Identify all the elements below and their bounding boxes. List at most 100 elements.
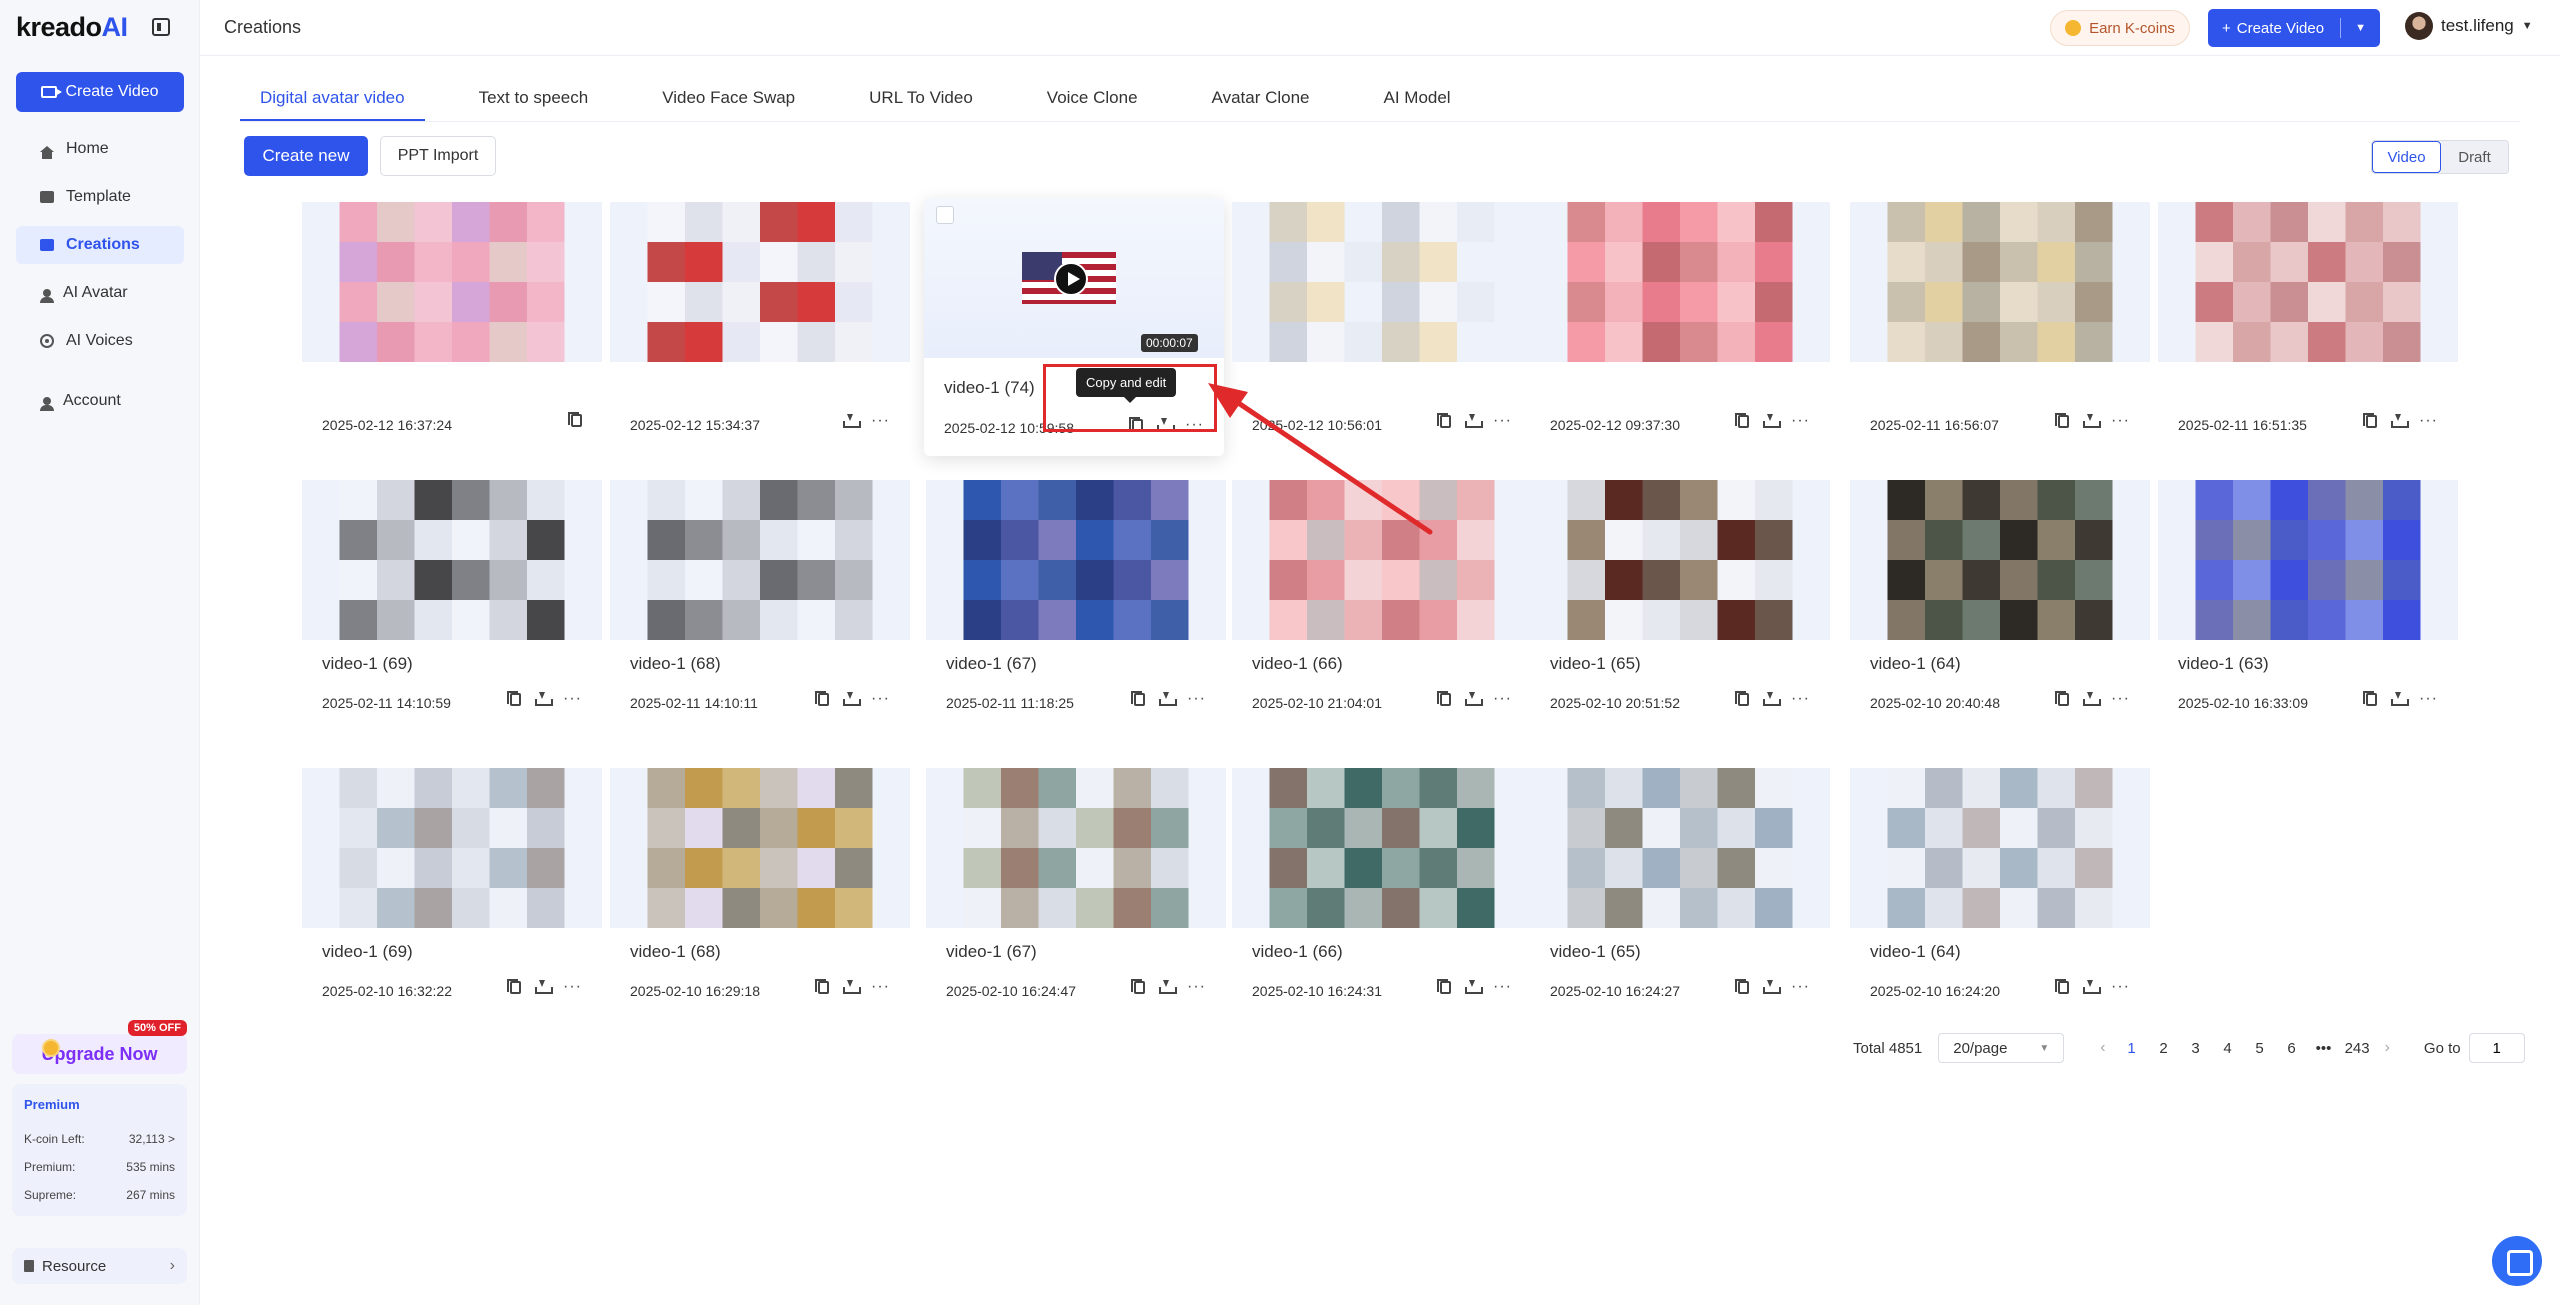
create-new-button[interactable]: Create new — [244, 136, 368, 176]
video-thumbnail[interactable] — [1530, 202, 1830, 362]
video-thumbnail[interactable]: 00:00:07 — [924, 198, 1224, 358]
video-card[interactable]: video-1 (65) 2025-02-10 16:24:27 ··· — [1530, 768, 1830, 1008]
download-icon[interactable] — [1159, 980, 1178, 994]
video-card[interactable]: video-1 (68) 2025-02-11 14:10:11 ··· — [610, 480, 910, 720]
copy-edit-icon[interactable] — [1437, 412, 1452, 428]
tab-ai-model[interactable]: AI Model — [1364, 74, 1471, 122]
video-thumbnail[interactable] — [1850, 768, 2150, 928]
video-thumbnail[interactable] — [610, 768, 910, 928]
sidebar-item-account[interactable]: Account — [16, 382, 184, 420]
tab-url-to-video[interactable]: URL To Video — [849, 74, 993, 122]
next-page-icon[interactable]: › — [2385, 1039, 2390, 1057]
download-icon[interactable] — [2083, 980, 2102, 994]
download-icon[interactable] — [843, 692, 862, 706]
tab-text-to-speech[interactable]: Text to speech — [459, 74, 609, 122]
video-card[interactable]: video-1 (68) 2025-02-10 16:29:18 ··· — [610, 768, 910, 1008]
copy-edit-icon[interactable] — [2055, 412, 2070, 428]
play-icon[interactable] — [1054, 262, 1088, 296]
sidebar-item-creations[interactable]: Creations — [16, 226, 184, 264]
more-options-icon[interactable]: ··· — [563, 691, 582, 707]
more-options-icon[interactable]: ··· — [871, 691, 890, 707]
download-icon[interactable] — [2083, 414, 2102, 428]
video-card[interactable]: video-1 (64) 2025-02-10 16:24:20 ··· — [1850, 768, 2150, 1008]
copy-edit-icon[interactable] — [1131, 978, 1146, 994]
more-options-icon[interactable]: ··· — [1791, 979, 1810, 995]
copy-edit-icon[interactable] — [1735, 978, 1750, 994]
video-thumbnail[interactable] — [1850, 480, 2150, 640]
video-thumbnail[interactable] — [302, 202, 602, 362]
download-icon[interactable] — [535, 980, 554, 994]
support-chat-button[interactable] — [2492, 1236, 2542, 1286]
video-card[interactable]: video-1 (69) 2025-02-10 16:32:22 ··· — [302, 768, 602, 1008]
more-options-icon[interactable]: ··· — [1791, 413, 1810, 429]
more-options-icon[interactable]: ··· — [2419, 691, 2438, 707]
video-thumbnail[interactable] — [926, 768, 1226, 928]
download-icon[interactable] — [1465, 980, 1484, 994]
download-icon[interactable] — [2391, 414, 2410, 428]
video-card[interactable]: video-1 (67) 2025-02-10 16:24:47 ··· — [926, 768, 1226, 1008]
copy-edit-icon[interactable] — [507, 690, 522, 706]
more-options-icon[interactable]: ··· — [1187, 691, 1206, 707]
copy-edit-icon[interactable] — [815, 690, 830, 706]
prev-page-icon[interactable]: ‹ — [2100, 1039, 2105, 1057]
download-icon[interactable] — [843, 980, 862, 994]
copy-edit-icon[interactable] — [2055, 978, 2070, 994]
page-ellipsis[interactable]: ••• — [2313, 1040, 2335, 1057]
page-6[interactable]: 6 — [2281, 1040, 2303, 1057]
video-card[interactable]: 2025-02-12 16:37:24 — [302, 202, 602, 442]
select-checkbox[interactable] — [936, 206, 954, 224]
tab-avatar-clone[interactable]: Avatar Clone — [1192, 74, 1330, 122]
logo[interactable]: kreadoAI — [16, 12, 128, 42]
page-5[interactable]: 5 — [2249, 1040, 2271, 1057]
download-icon[interactable] — [1159, 692, 1178, 706]
sidebar-create-video-button[interactable]: Create Video — [16, 72, 184, 112]
video-thumbnail[interactable] — [2158, 202, 2458, 362]
video-thumbnail[interactable] — [302, 480, 602, 640]
download-icon[interactable] — [1465, 414, 1484, 428]
copy-edit-icon[interactable] — [815, 978, 830, 994]
copy-edit-icon[interactable] — [1735, 690, 1750, 706]
page-1[interactable]: 1 — [2121, 1040, 2143, 1057]
video-thumbnail[interactable] — [1530, 768, 1830, 928]
earn-kcoins-button[interactable]: Earn K-coins — [2050, 10, 2190, 46]
user-menu[interactable]: test.lifeng ▼ — [2405, 12, 2533, 40]
video-card[interactable]: video-1 (63) 2025-02-10 16:33:09 ··· — [2158, 480, 2458, 720]
upgrade-button[interactable]: Upgrade Now 50% OFF — [12, 1020, 187, 1074]
video-thumbnail[interactable] — [926, 480, 1226, 640]
video-card[interactable]: video-1 (69) 2025-02-11 14:10:59 ··· — [302, 480, 602, 720]
download-icon[interactable] — [535, 692, 554, 706]
page-size-select[interactable]: 20/page ▼ — [1938, 1033, 2065, 1063]
video-card[interactable]: 2025-02-12 09:37:30 ··· — [1530, 202, 1830, 442]
video-card[interactable]: video-1 (65) 2025-02-10 20:51:52 ··· — [1530, 480, 1830, 720]
view-video-button[interactable]: Video — [2372, 141, 2441, 173]
tab-video-face-swap[interactable]: Video Face Swap — [642, 74, 815, 122]
more-options-icon[interactable]: ··· — [563, 979, 582, 995]
video-thumbnail[interactable] — [1530, 480, 1830, 640]
page-3[interactable]: 3 — [2185, 1040, 2207, 1057]
more-options-icon[interactable]: ··· — [871, 413, 890, 429]
sidebar-item-template[interactable]: Template — [16, 178, 184, 216]
sidebar-collapse-icon[interactable] — [152, 18, 170, 36]
video-thumbnail[interactable] — [610, 480, 910, 640]
download-icon[interactable] — [1763, 980, 1782, 994]
video-thumbnail[interactable] — [2158, 480, 2458, 640]
copy-edit-icon[interactable] — [2363, 412, 2378, 428]
chevron-down-icon[interactable]: ▼ — [2355, 22, 2366, 34]
video-thumbnail[interactable] — [1232, 768, 1532, 928]
download-icon[interactable] — [2391, 692, 2410, 706]
more-options-icon[interactable]: ··· — [1493, 413, 1512, 429]
video-thumbnail[interactable] — [610, 202, 910, 362]
copy-edit-icon[interactable] — [507, 978, 522, 994]
sidebar-item-home[interactable]: Home — [16, 130, 184, 168]
more-options-icon[interactable]: ··· — [2111, 979, 2130, 995]
page-2[interactable]: 2 — [2153, 1040, 2175, 1057]
sidebar-item-ai-voices[interactable]: AI Voices — [16, 322, 184, 360]
more-options-icon[interactable]: ··· — [1791, 691, 1810, 707]
resource-menu[interactable]: Resource › — [12, 1248, 187, 1284]
copy-edit-icon[interactable] — [2363, 690, 2378, 706]
copy-edit-icon[interactable] — [1437, 690, 1452, 706]
video-card[interactable]: video-1 (66) 2025-02-10 16:24:31 ··· — [1232, 768, 1532, 1008]
sidebar-item-ai-avatar[interactable]: AI Avatar — [16, 274, 184, 312]
video-card[interactable]: video-1 (67) 2025-02-11 11:18:25 ··· — [926, 480, 1226, 720]
more-options-icon[interactable]: ··· — [1187, 979, 1206, 995]
